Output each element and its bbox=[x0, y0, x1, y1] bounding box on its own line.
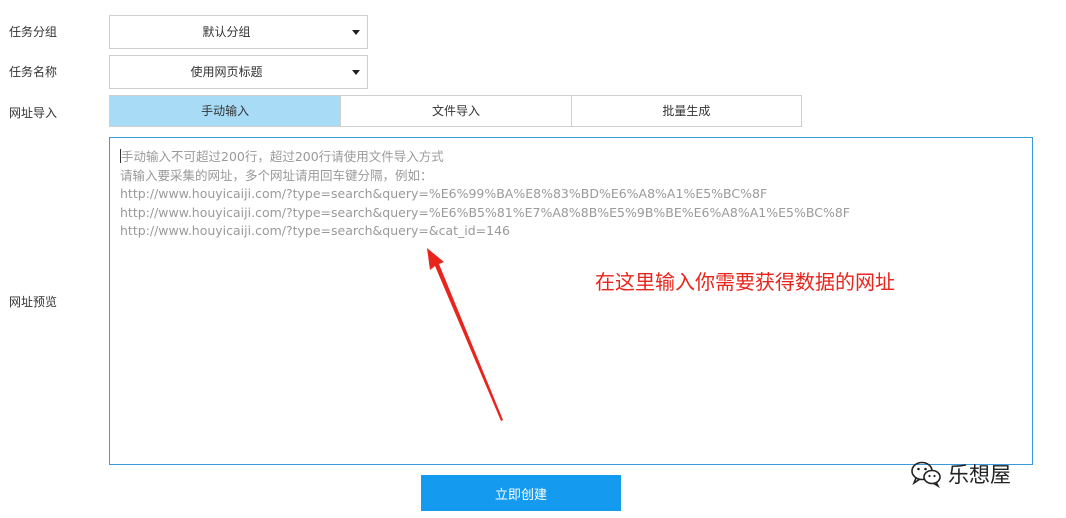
placeholder-line: 手动输入不可超过200行，超过200行请使用文件导入方式 bbox=[120, 149, 444, 164]
url-import-label: 网址导入 bbox=[9, 106, 58, 120]
tab-file-import[interactable]: 文件导入 bbox=[340, 96, 571, 126]
task-group-label: 任务分组 bbox=[9, 25, 58, 39]
placeholder-line: http://www.houyicaiji.com/?type=search&q… bbox=[120, 223, 511, 238]
dropdown-caret-icon bbox=[352, 70, 360, 75]
placeholder-line: http://www.houyicaiji.com/?type=search&q… bbox=[120, 204, 850, 220]
watermark: 乐想屋 bbox=[910, 456, 1011, 492]
placeholder-line: http://www.houyicaiji.com/?type=search&q… bbox=[120, 186, 768, 201]
url-preview-label: 网址预览 bbox=[9, 295, 58, 309]
tab-manual-input[interactable]: 手动输入 bbox=[110, 96, 341, 126]
wechat-icon bbox=[911, 461, 941, 488]
task-group-value: 默认分组 bbox=[202, 25, 251, 39]
url-input-textarea[interactable]: 手动输入不可超过200行，超过200行请使用文件导入方式 请输入要采集的网址，多… bbox=[109, 137, 1033, 465]
task-name-select[interactable]: 使用网页标题 bbox=[109, 55, 368, 89]
tab-batch-generate[interactable]: 批量生成 bbox=[570, 96, 801, 126]
task-group-select[interactable]: 默认分组 bbox=[109, 15, 368, 49]
watermark-text: 乐想屋 bbox=[948, 463, 1011, 487]
url-import-tabs: 手动输入 文件导入 批量生成 bbox=[109, 95, 802, 127]
create-now-button[interactable]: 立即创建 bbox=[421, 475, 621, 511]
dropdown-caret-icon bbox=[352, 30, 360, 35]
annotation-text: 在这里输入你需要获得数据的网址 bbox=[595, 270, 895, 294]
task-name-value: 使用网页标题 bbox=[190, 65, 263, 79]
task-name-label: 任务名称 bbox=[9, 65, 58, 79]
placeholder-line: 请输入要采集的网址，多个网址请用回车键分隔，例如： bbox=[120, 167, 433, 183]
